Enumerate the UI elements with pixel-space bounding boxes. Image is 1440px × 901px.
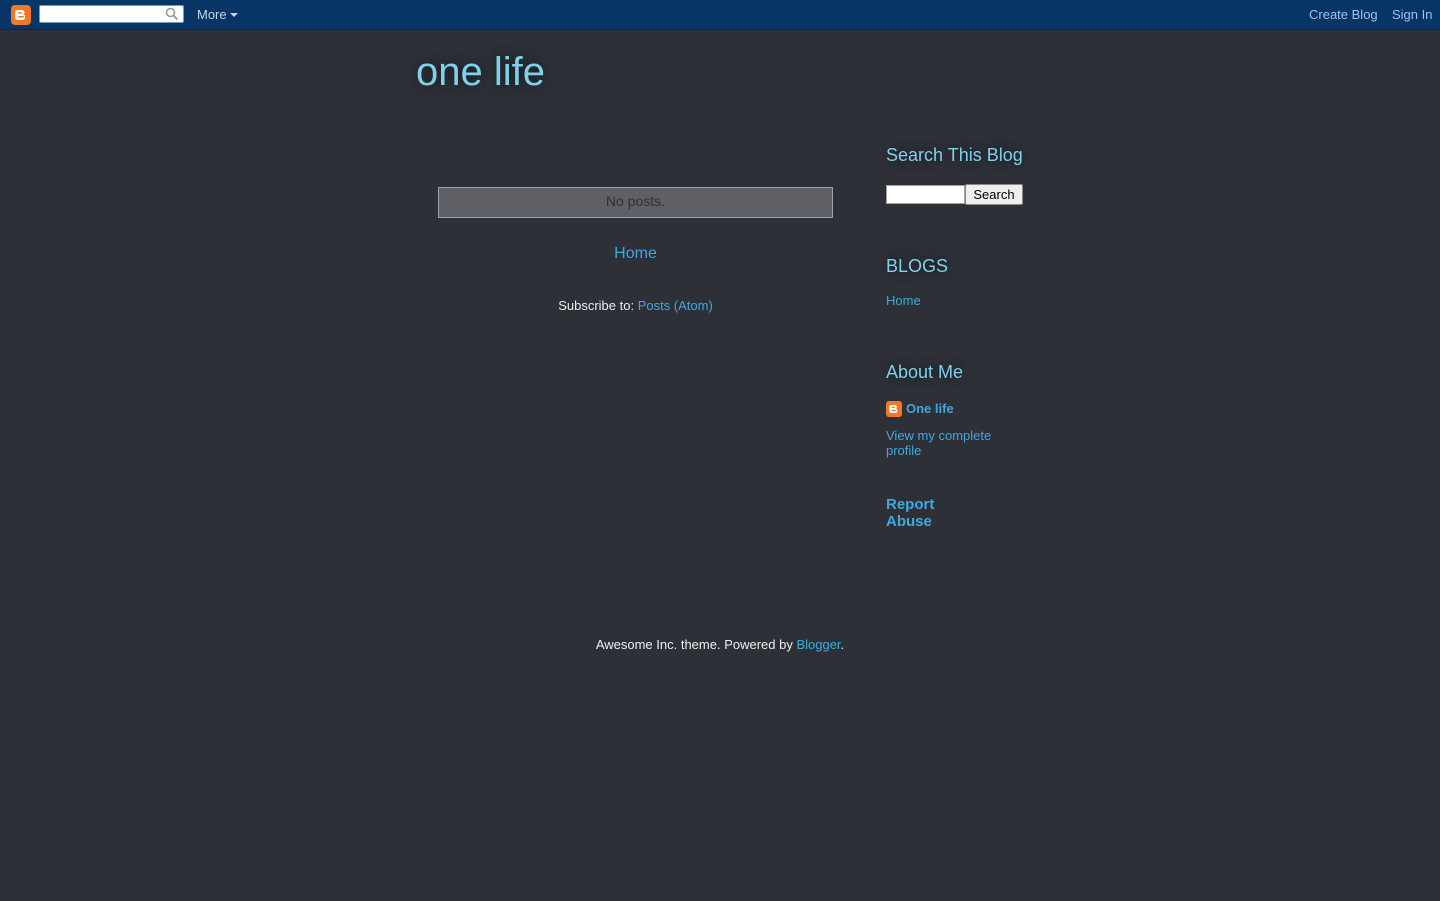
subscribe-line: Subscribe to: Posts (Atom) <box>438 298 833 313</box>
report-abuse-link[interactable]: Report Abuse <box>886 496 966 530</box>
blogger-profile-icon <box>886 401 902 417</box>
blogs-home-link[interactable]: Home <box>886 293 921 308</box>
home-link[interactable]: Home <box>438 245 833 263</box>
posts-atom-link[interactable]: Posts (Atom) <box>638 298 713 313</box>
blog-search-button[interactable]: Search <box>965 184 1023 205</box>
blogger-link[interactable]: Blogger <box>796 637 840 652</box>
blog-title[interactable]: one life <box>416 50 545 95</box>
footer-attribution: Awesome Inc. theme. Powered by Blogger. <box>0 637 1440 652</box>
more-menu[interactable]: More <box>197 7 238 22</box>
subscribe-prefix: Subscribe to: <box>558 298 638 313</box>
footer-prefix: Awesome Inc. theme. Powered by <box>595 637 797 652</box>
view-profile-link[interactable]: View my complete profile <box>886 428 1016 458</box>
search-widget-title: Search This Blog <box>886 145 1023 165</box>
navbar-search-input[interactable] <box>39 5 184 23</box>
chevron-down-icon <box>229 13 238 17</box>
more-label[interactable]: More <box>197 7 227 22</box>
no-posts-message: No posts. <box>438 187 833 218</box>
about-widget-title: About Me <box>886 362 964 382</box>
blogger-logo-icon[interactable] <box>11 5 31 25</box>
blog-search-input[interactable] <box>886 185 965 204</box>
blogs-widget-title: BLOGS <box>886 256 949 276</box>
sign-in-link[interactable]: Sign In <box>1392 7 1432 22</box>
create-blog-link[interactable]: Create Blog <box>1309 7 1378 22</box>
search-icon[interactable] <box>165 7 179 21</box>
profile-name-link[interactable]: One life <box>906 401 954 416</box>
blogger-navbar: More Create Blog Sign In <box>0 0 1440 30</box>
footer-suffix: . <box>840 637 845 652</box>
